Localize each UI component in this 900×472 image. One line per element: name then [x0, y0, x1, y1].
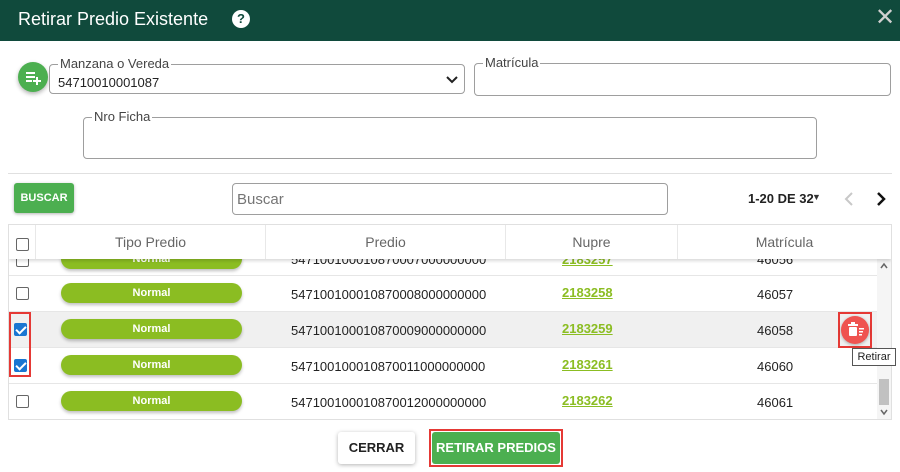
predios-table: Tipo Predio Predio Nupre Matrícula Norma… [8, 224, 892, 420]
nupre-link[interactable]: 2183261 [562, 357, 613, 372]
tipo-predio-badge: Normal [61, 319, 242, 339]
matricula-field[interactable]: Matrícula [474, 55, 891, 96]
column-header-predio[interactable]: Predio [266, 225, 506, 259]
pagination-dropdown-icon[interactable]: ▼ [812, 192, 821, 202]
scroll-up-icon[interactable] [879, 261, 889, 271]
cerrar-button[interactable]: CERRAR [338, 432, 415, 464]
column-header-matricula[interactable]: Matrícula [678, 225, 891, 259]
matricula-value: 46060 [757, 359, 794, 374]
chevron-right-icon[interactable] [874, 190, 888, 208]
matricula-value: 46058 [757, 323, 794, 338]
selection-highlight [9, 312, 31, 377]
scroll-down-icon[interactable] [879, 407, 889, 417]
table-scrollbar[interactable] [877, 259, 891, 419]
dialog-title: Retirar Predio Existente [18, 9, 209, 29]
retirar-predio-dialog: Retirar Predio Existente ? ✕ Manzana o V… [0, 0, 900, 472]
tipo-predio-badge: Normal [61, 355, 242, 375]
matricula-value: 46057 [757, 287, 794, 302]
retirar-row-button[interactable] [841, 316, 869, 344]
column-header-nupre[interactable]: Nupre [506, 225, 678, 259]
pagination-range[interactable]: 1-20 DE 32 [748, 191, 814, 206]
help-icon[interactable]: ? [232, 10, 250, 28]
chevron-left-icon[interactable] [842, 190, 856, 208]
matricula-value: 46061 [757, 395, 794, 410]
table-row[interactable]: Normal 547100100010870011000000000 21832… [9, 348, 877, 384]
close-icon[interactable]: ✕ [874, 6, 896, 32]
predio-code: 547100100010870009000000000 [291, 323, 487, 338]
predio-code: 547100100010870012000000000 [291, 395, 487, 410]
add-filter-button[interactable] [18, 62, 48, 92]
predio-code: 547100100010870008000000000 [291, 287, 487, 302]
manzana-select[interactable]: Manzana o Vereda 54710010001087 [49, 56, 465, 94]
nupre-link[interactable]: 2183259 [562, 321, 613, 336]
table-row[interactable]: Normal 547100100010870008000000000 21832… [9, 276, 877, 312]
nupre-link[interactable]: 2183262 [562, 393, 613, 408]
row-checkbox[interactable] [16, 395, 29, 408]
retirar-predios-button[interactable]: RETIRAR PREDIOS [432, 432, 560, 464]
predio-code: 547100100010870011000000000 [291, 359, 486, 374]
column-header-tipo[interactable]: Tipo Predio [36, 225, 266, 259]
table-row[interactable]: Normal 547100100010870009000000000 21832… [9, 312, 877, 348]
retirar-tooltip: Retirar [852, 348, 896, 366]
scrollbar-thumb[interactable] [879, 379, 889, 405]
tipo-predio-badge: Normal [61, 391, 242, 411]
dialog-header: Retirar Predio Existente ? ✕ [0, 0, 900, 41]
table-header: Tipo Predio Predio Nupre Matrícula [9, 225, 891, 259]
form-divider [8, 173, 892, 174]
row-checkbox[interactable] [16, 287, 29, 300]
manzana-label: Manzana o Vereda [58, 56, 172, 71]
select-all-checkbox[interactable] [16, 238, 29, 251]
nro-ficha-field[interactable]: Nro Ficha [83, 109, 817, 159]
buscar-button[interactable]: BUSCAR [14, 183, 74, 213]
select-all-cell [9, 225, 36, 259]
search-input[interactable] [232, 183, 668, 215]
tipo-predio-badge: Normal [61, 283, 242, 303]
manzana-value: 54710010001087 [58, 75, 160, 90]
delete-sweep-icon [848, 322, 864, 336]
matricula-label: Matrícula [483, 55, 541, 70]
nupre-link[interactable]: 2183258 [562, 285, 613, 300]
chevron-down-icon [446, 76, 458, 84]
nro-ficha-label: Nro Ficha [92, 109, 153, 124]
table-row[interactable]: Normal 547100100010870012000000000 21832… [9, 384, 877, 419]
playlist-add-icon [26, 72, 41, 85]
